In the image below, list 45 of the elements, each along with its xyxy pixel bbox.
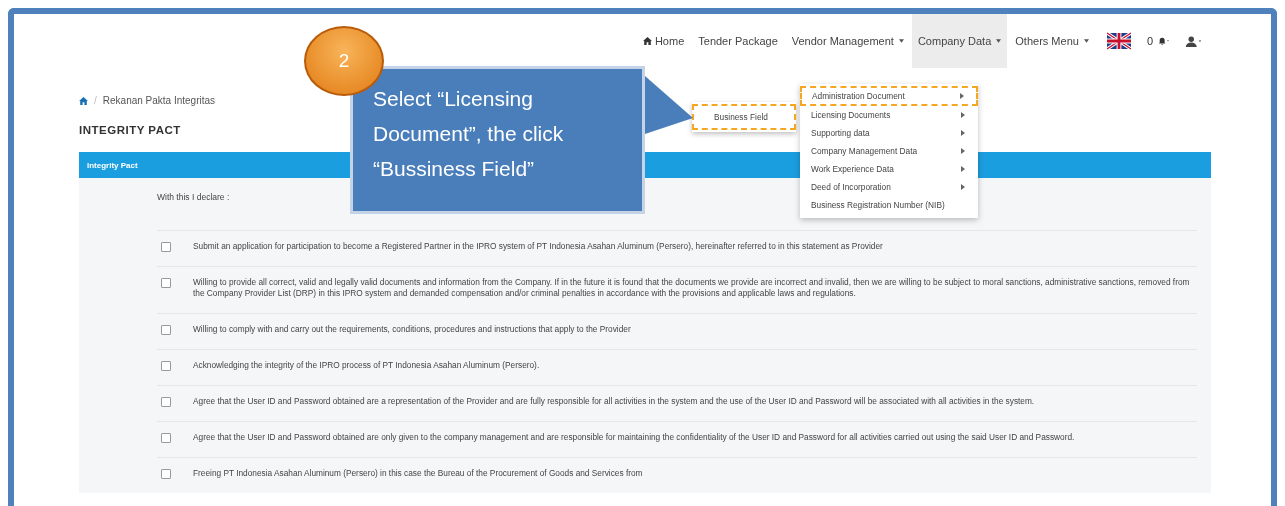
checkbox[interactable] [161, 361, 171, 371]
nav-menu-item[interactable]: Tender Package [692, 14, 784, 68]
caret-icon [961, 184, 965, 190]
nav-menu-item[interactable]: Company Data [911, 14, 1008, 68]
statement-text: Willing to comply with and carry out the requirements, conditions, procedures and instructions that apply to the Provider [193, 324, 631, 335]
breadcrumb-separator: / [94, 95, 97, 106]
checkbox[interactable] [161, 278, 171, 288]
home-icon [642, 37, 652, 45]
checkbox[interactable] [161, 325, 171, 335]
statement-text: Willing to provide all correct, valid and legally valid documents and information from the Company. If in the future it is found that the documents we provide are incorrect and invalid, then we are willing to be subject to moral sanctions, administrative sanctions, removed from the Company Provider List (DRP) in this IPRO system and demanded compensation and/or criminal penalties in accordance with the provisions and applicable laws and regulations. [193, 277, 1191, 299]
statement-text: Agree that the User ID and Password obtained are a representation of the Provider and are fully responsible for all activities in the system and the use of the User ID and Password will be associated with all activities in the system. [193, 396, 1035, 407]
caret-icon [996, 39, 1002, 43]
flag-icon[interactable] [1106, 32, 1131, 50]
dropdown-menu-item[interactable]: Business Registration Number (NIB) [800, 196, 978, 214]
statement-text: Acknowledging the integrity of the IPRO process of PT Indonesia Asahan Aluminum (Persero). [193, 360, 540, 371]
caret-icon [898, 39, 904, 43]
caret-icon [961, 112, 965, 118]
dropdown-menu-item[interactable]: Company Management Data [800, 142, 978, 160]
caret-icon [1083, 39, 1089, 43]
submenu-item[interactable]: Business Field [692, 104, 796, 130]
nav-menu-item[interactable]: Vendor Management [785, 14, 910, 68]
dropdown-menu-item[interactable]: Administration Document [800, 86, 978, 106]
nav-menu-item[interactable]: Home [636, 14, 691, 68]
caret-icon [961, 130, 965, 136]
breadcrumb-item: Rekanan Pakta Integritas [102, 95, 216, 106]
caret-icon [961, 166, 965, 172]
checkbox[interactable] [161, 242, 171, 252]
nav-menu-item[interactable]: Others Menu [1009, 14, 1095, 68]
caret-icon [961, 148, 965, 154]
checkbox[interactable] [161, 397, 171, 407]
caret-icon [960, 93, 964, 99]
home-icon[interactable] [79, 96, 88, 105]
statement-text: Submit an application for participation to become a Registered Partner in the IPRO system of PT Indonesia Asahan Aluminum (Persero), hereinafter referred to in this statement as Provider [193, 241, 883, 252]
statement-text: Agree that the User ID and Password obtained are only given to the company management and are responsible for maintaining the confidentiality of the User ID and Password for all activities carried out using the said User ID and Password. [193, 432, 1075, 443]
dropdown-menu-item[interactable]: Work Experience Data [800, 160, 978, 178]
dropdown-menu-item[interactable]: Licensing Documents [800, 106, 978, 124]
dropdown-menu-item[interactable]: Deed of Incorporation [800, 178, 978, 196]
checkbox[interactable] [161, 469, 171, 479]
intro-text: With this I declare : [157, 191, 230, 204]
page-title: INTEGRITY PACT [79, 124, 181, 136]
notification-count[interactable]: 0 [1146, 35, 1153, 47]
checkbox[interactable] [161, 433, 171, 443]
dropdown-menu-item[interactable]: Supporting data [800, 124, 978, 142]
statement-text: Freeing PT Indonesia Asahan Aluminum (Persero) in this case the Bureau of the Procurement of Goods and Services from [193, 468, 643, 479]
panel-title: Integrity Pact [87, 160, 138, 170]
